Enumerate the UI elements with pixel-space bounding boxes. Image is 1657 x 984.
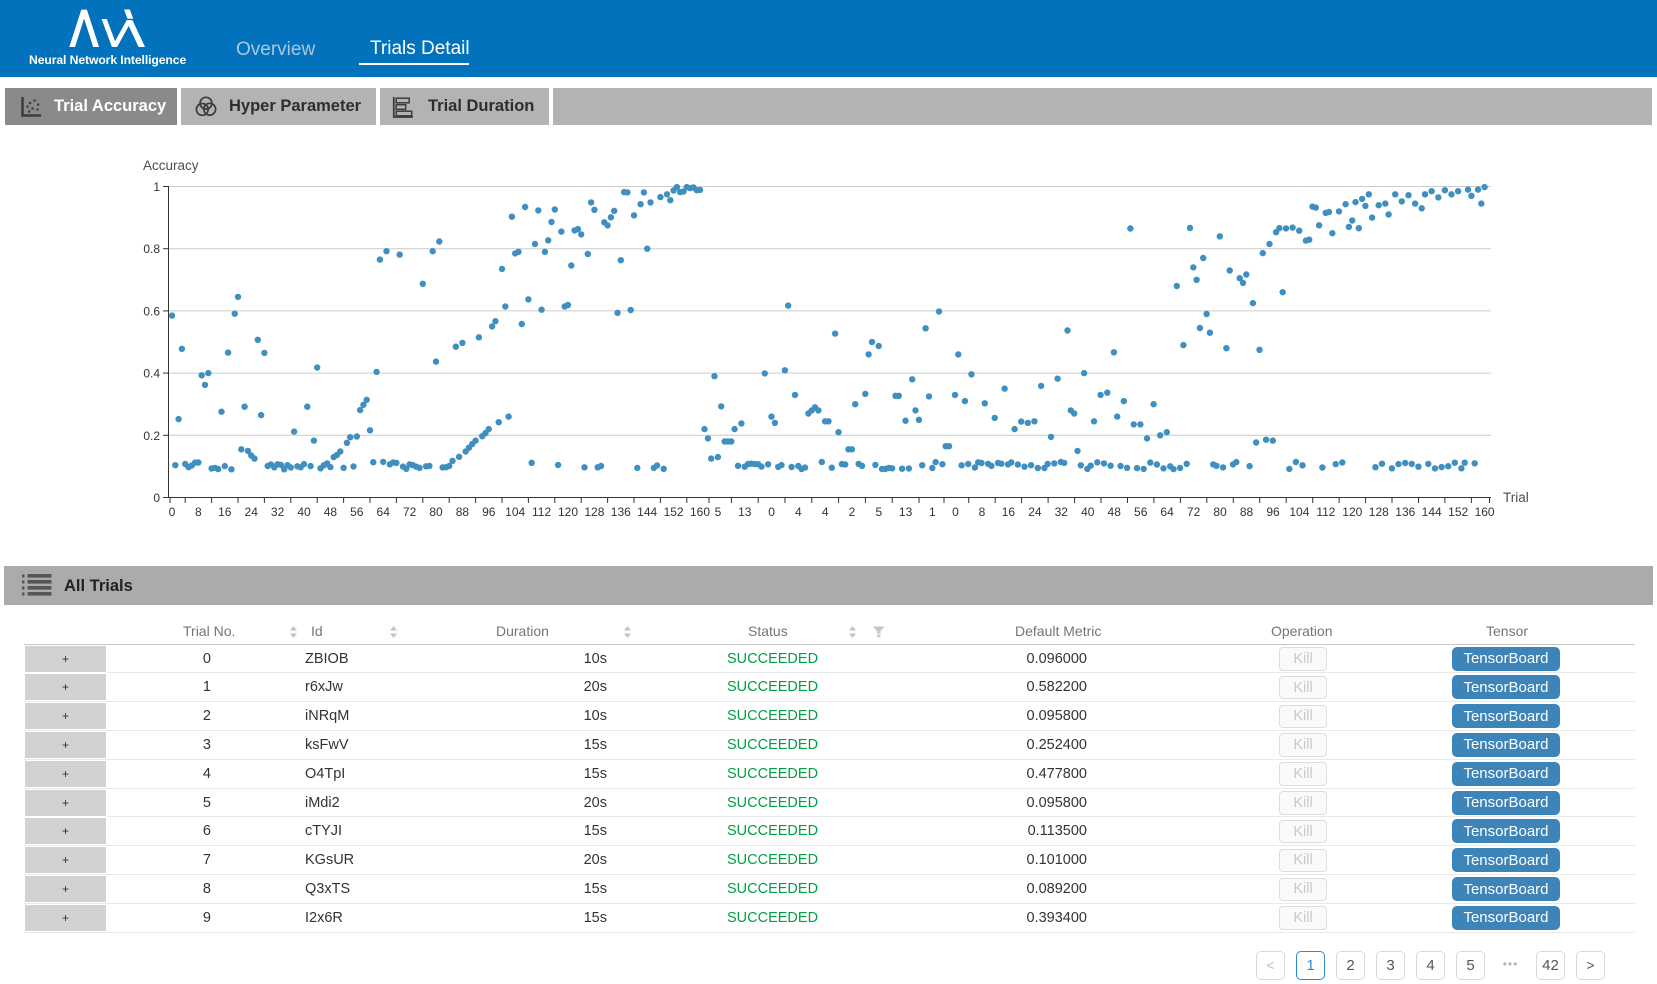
- svg-text:16: 16: [1002, 505, 1016, 519]
- svg-text:88: 88: [456, 505, 470, 519]
- svg-text:13: 13: [899, 505, 913, 519]
- svg-text:160: 160: [690, 505, 710, 519]
- svg-text:2: 2: [849, 505, 856, 519]
- svg-text:56: 56: [350, 505, 364, 519]
- svg-text:24: 24: [1028, 505, 1042, 519]
- svg-text:64: 64: [377, 505, 391, 519]
- svg-text:104: 104: [1289, 505, 1309, 519]
- svg-text:160: 160: [1475, 505, 1495, 519]
- svg-text:0: 0: [952, 505, 959, 519]
- svg-text:32: 32: [271, 505, 285, 519]
- svg-text:80: 80: [429, 505, 443, 519]
- svg-text:48: 48: [324, 505, 338, 519]
- svg-text:88: 88: [1240, 505, 1254, 519]
- svg-text:40: 40: [297, 505, 311, 519]
- svg-text:32: 32: [1055, 505, 1069, 519]
- svg-text:0.4: 0.4: [143, 367, 160, 381]
- svg-text:0.2: 0.2: [143, 429, 160, 443]
- svg-text:96: 96: [1266, 505, 1280, 519]
- svg-text:152: 152: [664, 505, 684, 519]
- svg-text:136: 136: [1395, 505, 1415, 519]
- svg-text:1: 1: [153, 180, 160, 194]
- svg-text:4: 4: [822, 505, 829, 519]
- svg-text:0: 0: [169, 505, 176, 519]
- svg-text:56: 56: [1134, 505, 1148, 519]
- svg-text:64: 64: [1160, 505, 1174, 519]
- svg-text:5: 5: [875, 505, 882, 519]
- svg-text:128: 128: [584, 505, 604, 519]
- svg-text:1: 1: [929, 505, 936, 519]
- svg-text:96: 96: [482, 505, 496, 519]
- svg-text:40: 40: [1081, 505, 1095, 519]
- svg-text:Accuracy: Accuracy: [143, 158, 199, 173]
- svg-text:136: 136: [611, 505, 631, 519]
- svg-text:128: 128: [1369, 505, 1389, 519]
- svg-text:80: 80: [1213, 505, 1227, 519]
- svg-text:120: 120: [558, 505, 578, 519]
- svg-text:112: 112: [532, 505, 551, 519]
- svg-text:144: 144: [637, 505, 657, 519]
- svg-text:0.6: 0.6: [143, 304, 160, 318]
- svg-text:Trial: Trial: [1503, 490, 1529, 505]
- svg-text:16: 16: [218, 505, 232, 519]
- svg-text:152: 152: [1448, 505, 1468, 519]
- svg-text:104: 104: [505, 505, 525, 519]
- svg-text:112: 112: [1316, 505, 1335, 519]
- svg-text:24: 24: [245, 505, 259, 519]
- svg-text:120: 120: [1342, 505, 1362, 519]
- svg-text:5: 5: [715, 505, 722, 519]
- svg-text:72: 72: [1187, 505, 1201, 519]
- svg-text:4: 4: [795, 505, 802, 519]
- svg-text:13: 13: [738, 505, 752, 519]
- svg-text:8: 8: [195, 505, 202, 519]
- svg-text:72: 72: [403, 505, 417, 519]
- svg-text:48: 48: [1108, 505, 1122, 519]
- svg-text:8: 8: [979, 505, 986, 519]
- svg-text:0: 0: [768, 505, 775, 519]
- svg-text:0.8: 0.8: [143, 242, 160, 256]
- svg-text:0: 0: [153, 491, 160, 505]
- svg-text:144: 144: [1422, 505, 1442, 519]
